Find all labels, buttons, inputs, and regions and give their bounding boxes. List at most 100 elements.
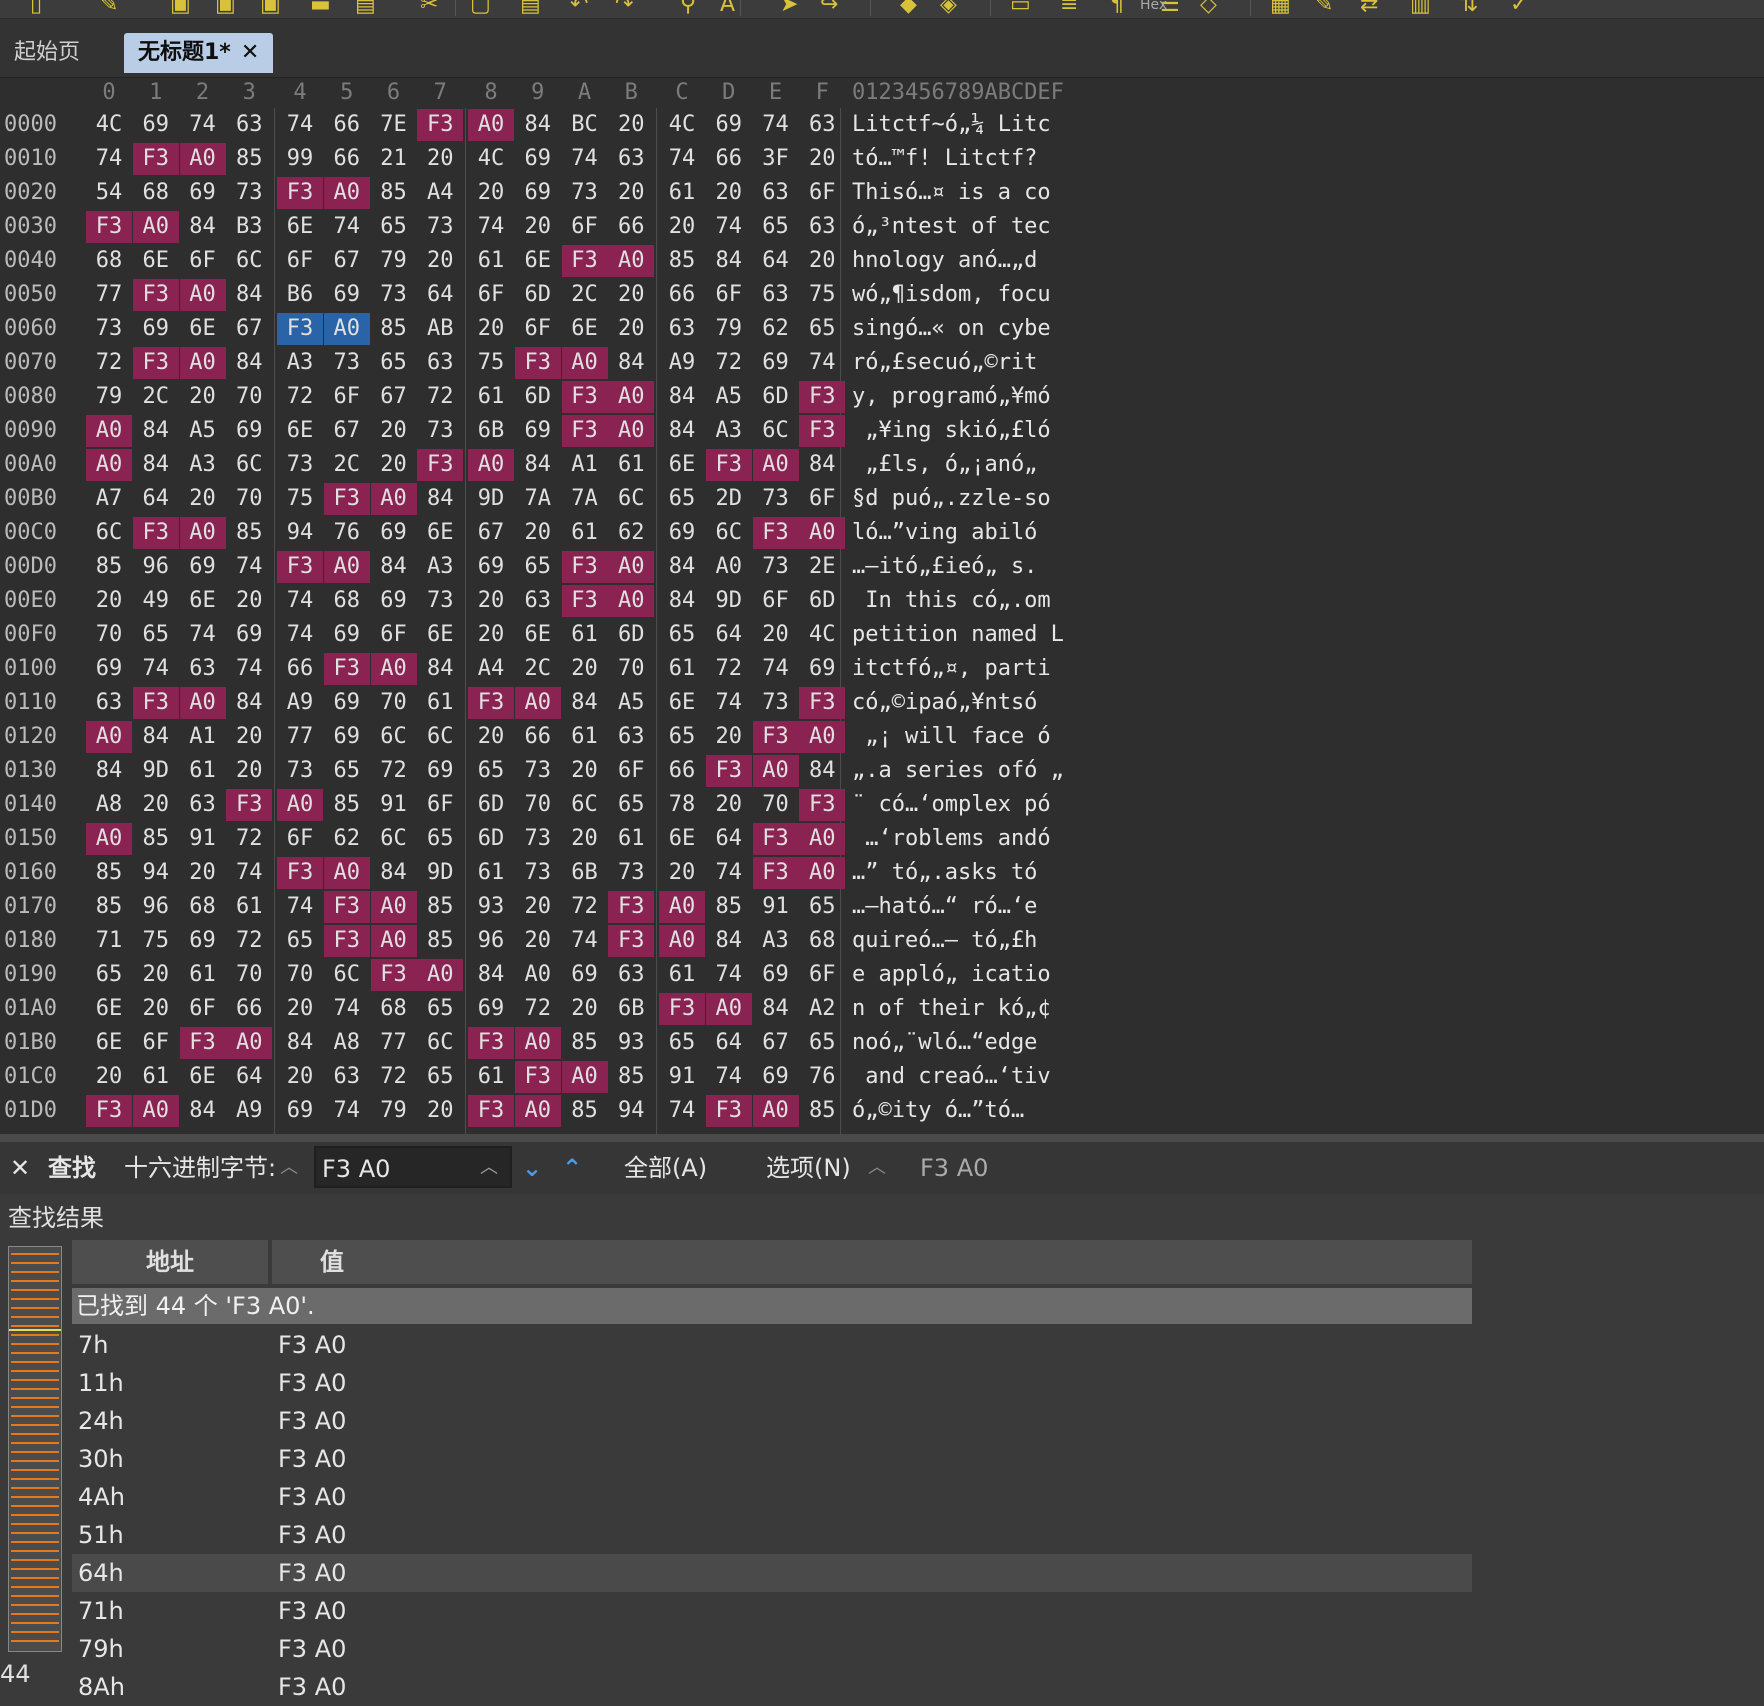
hex-byte[interactable]: 85 (562, 1027, 608, 1059)
hex-byte[interactable]: 73 (277, 449, 323, 481)
hex-byte[interactable]: 20 (706, 177, 752, 209)
hex-byte[interactable]: F3 (752, 721, 799, 753)
hex-byte[interactable]: A0 (561, 1061, 608, 1093)
hex-byte[interactable]: A2 (799, 993, 845, 1025)
hex-byte[interactable]: B6 (277, 279, 323, 311)
hex-byte[interactable]: 72 (371, 1061, 417, 1093)
hex-byte[interactable]: 6E (180, 585, 226, 617)
hex-byte[interactable]: A0 (514, 1095, 561, 1127)
hex-byte[interactable]: A0 (226, 1027, 273, 1059)
hex-byte[interactable]: 64 (753, 245, 799, 277)
hex-byte[interactable]: 84 (180, 1095, 226, 1127)
hex-byte[interactable]: 74 (133, 653, 179, 685)
hex-byte[interactable]: 20 (799, 143, 845, 175)
hex-byte[interactable]: 65 (371, 211, 417, 243)
hex-byte[interactable]: 20 (417, 1095, 463, 1127)
hex-byte[interactable]: A0 (514, 1027, 561, 1059)
hex-byte[interactable]: F3 (226, 789, 273, 821)
hex-byte[interactable]: 74 (180, 619, 226, 651)
hex-byte[interactable]: F3 (277, 313, 323, 345)
find-next-icon[interactable]: ➤ (780, 0, 798, 16)
hex-byte[interactable]: A4 (468, 653, 514, 685)
bookmark-icon[interactable]: ◆ (900, 0, 917, 16)
hex-byte[interactable]: F3 (514, 347, 561, 379)
hex-byte[interactable]: 65 (277, 925, 323, 957)
hex-byte[interactable]: 6F (706, 279, 752, 311)
chart-icon[interactable]: ▥ (1410, 0, 1431, 16)
open-folder-icon[interactable]: ✎ (100, 0, 118, 16)
hex-byte[interactable]: 73 (86, 313, 132, 345)
hex-byte[interactable]: F3 (132, 143, 179, 175)
hex-byte[interactable]: A0 (706, 551, 752, 583)
hex-byte[interactable]: 6D (753, 381, 799, 413)
hex-byte[interactable]: 74 (753, 109, 799, 141)
hex-byte[interactable]: 74 (799, 347, 845, 379)
close-icon[interactable]: ✕ (241, 40, 259, 65)
hex-byte[interactable]: A0 (323, 177, 370, 209)
chevron-up-icon[interactable]: ︿ (480, 1142, 498, 1194)
hex-byte[interactable]: 74 (226, 857, 272, 889)
hex-byte[interactable]: 2D (706, 483, 752, 515)
hex-byte[interactable]: F3 (705, 449, 752, 481)
hex-byte[interactable]: 2C (562, 279, 608, 311)
hex-byte[interactable]: 84 (133, 721, 179, 753)
hex-byte[interactable]: 6E (515, 245, 561, 277)
hex-byte[interactable]: 20 (608, 313, 654, 345)
save-all-icon[interactable]: ▣ (260, 0, 281, 16)
hex-byte[interactable]: 68 (799, 925, 845, 957)
ascii-row[interactable]: „£ls, ó„¡anó„ (852, 449, 1292, 481)
hex-byte[interactable]: 6D (608, 619, 654, 651)
hex-byte[interactable]: 72 (706, 347, 752, 379)
hex-byte[interactable]: 62 (608, 517, 654, 549)
hex-byte[interactable]: 85 (417, 925, 463, 957)
hex-byte[interactable]: 63 (515, 585, 561, 617)
hex-byte[interactable]: 73 (417, 585, 463, 617)
hex-byte[interactable]: F3 (277, 551, 323, 583)
hex-byte[interactable]: 73 (324, 347, 370, 379)
hex-byte[interactable]: 61 (180, 959, 226, 991)
hex-byte[interactable]: BC (562, 109, 608, 141)
cut-icon[interactable]: ✂ (420, 0, 438, 16)
hex-byte[interactable]: 20 (799, 245, 845, 277)
hex-byte[interactable]: 61 (659, 653, 705, 685)
hex-byte[interactable]: 6E (180, 313, 226, 345)
hex-byte[interactable]: A0 (370, 891, 417, 923)
hex-byte[interactable]: F3 (561, 381, 608, 413)
hex-byte[interactable]: 6E (417, 619, 463, 651)
ascii-row[interactable]: n of their kó„¢ (852, 993, 1292, 1025)
hex-byte[interactable]: 75 (468, 347, 514, 379)
hex-byte[interactable]: 61 (417, 687, 463, 719)
hex-byte[interactable]: 6F (608, 755, 654, 787)
hex-byte[interactable]: 7A (515, 483, 561, 515)
hex-byte[interactable]: A0 (468, 109, 514, 141)
hex-byte[interactable]: 66 (324, 143, 370, 175)
hex-byte[interactable]: 85 (706, 891, 752, 923)
hex-byte[interactable]: 6D (468, 823, 514, 855)
hex-byte[interactable]: 64 (417, 279, 463, 311)
hex-byte[interactable]: 20 (277, 993, 323, 1025)
hex-byte[interactable]: 69 (324, 619, 370, 651)
result-row[interactable]: 51h F3 A0 (72, 1516, 1472, 1554)
hex-byte[interactable]: 84 (515, 109, 561, 141)
hex-byte[interactable]: 73 (608, 857, 654, 889)
results-summary-row[interactable]: 已找到 44 个 'F3 A0'. (72, 1288, 1472, 1324)
transfer-icon[interactable]: ⇄ (1360, 0, 1378, 16)
hex-byte[interactable]: 73 (753, 551, 799, 583)
hex-byte[interactable]: F3 (799, 381, 846, 413)
hex-byte[interactable]: A0 (323, 313, 370, 345)
hex-byte[interactable]: 20 (226, 721, 272, 753)
hex-byte[interactable]: 69 (659, 517, 705, 549)
hex-byte[interactable]: 84 (226, 687, 272, 719)
hex-byte[interactable]: 20 (515, 891, 561, 923)
hex-byte[interactable]: A9 (226, 1095, 272, 1127)
hex-byte[interactable]: A0 (468, 449, 514, 481)
hex-byte[interactable]: 93 (468, 891, 514, 923)
hex-byte[interactable]: 20 (562, 755, 608, 787)
hex-byte[interactable]: 74 (277, 109, 323, 141)
hex-byte[interactable]: 78 (659, 789, 705, 821)
hex-byte[interactable]: 68 (86, 245, 132, 277)
hex-byte[interactable]: 54 (86, 177, 132, 209)
ascii-row[interactable]: …” tó„.asks tó (852, 857, 1292, 889)
hex-byte[interactable]: 91 (180, 823, 226, 855)
result-row[interactable]: 7h F3 A0 (72, 1326, 1472, 1364)
